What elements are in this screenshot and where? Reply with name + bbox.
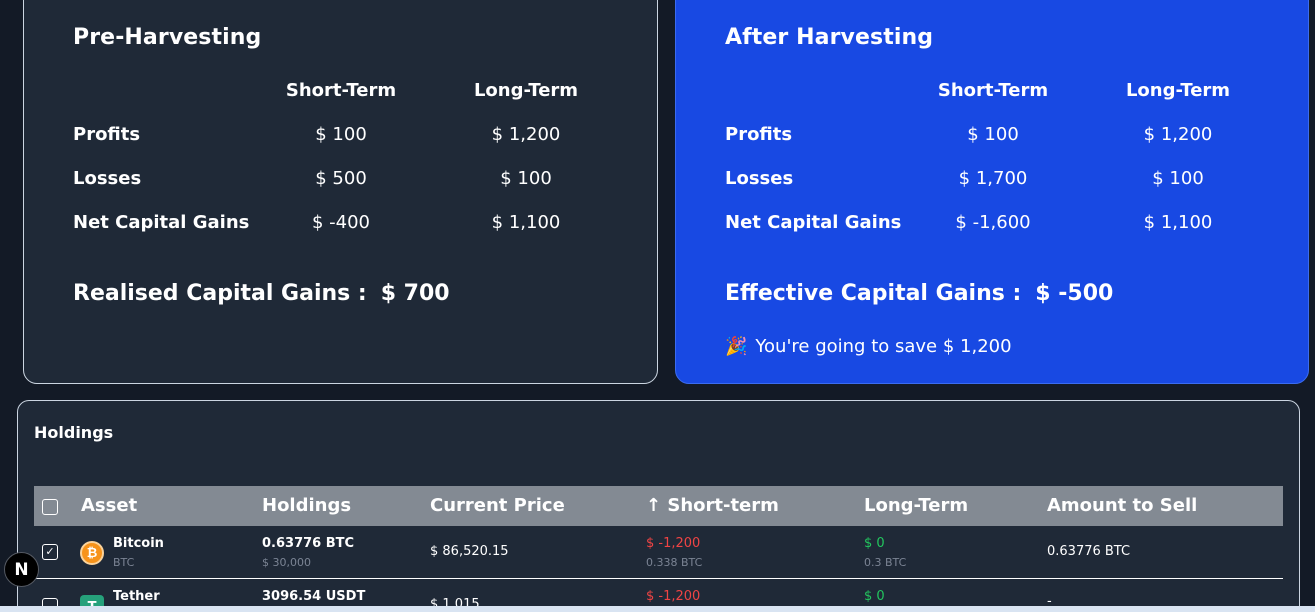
short-term-gain: $ -1,200 — [646, 589, 701, 604]
pre-losses-long: $ 100 — [500, 168, 552, 189]
long-term-gain: $ 0 — [864, 536, 885, 551]
pre-losses-short: $ 500 — [315, 168, 367, 189]
holdings-title: Holdings — [34, 423, 114, 442]
row-checkbox[interactable]: ✓ — [42, 544, 58, 560]
pre-row-label-profits: Profits — [73, 124, 141, 145]
realised-capital-gains: Realised Capital Gains : $ 700 — [73, 281, 450, 306]
holdings-panel: Holdings Asset Holdings Current Price ↑ … — [17, 400, 1300, 612]
effective-gains-label: Effective Capital Gains : — [725, 281, 1022, 306]
after-col-short-term: Short-Term — [937, 80, 1049, 101]
asset-name: Tether — [113, 589, 160, 604]
table-row[interactable]: ✓ ₿ Bitcoin BTC 0.63776 BTC $ 30,000 $ 8… — [34, 526, 1283, 579]
after-losses-long: $ 100 — [1152, 168, 1204, 189]
col-current-price[interactable]: Current Price — [430, 495, 565, 516]
party-popper-icon: 🎉 — [725, 336, 748, 357]
after-profits-long: $ 1,200 — [1143, 124, 1213, 145]
after-profits-short: $ 100 — [967, 124, 1019, 145]
pre-net-long: $ 1,100 — [491, 212, 561, 233]
amount-to-sell: 0.63776 BTC — [1047, 544, 1131, 559]
pre-net-short: $ -400 — [311, 212, 371, 233]
holdings-amount: 0.63776 BTC — [262, 536, 355, 551]
col-amount-to-sell[interactable]: Amount to Sell — [1047, 495, 1197, 516]
current-price: $ 86,520.15 — [430, 544, 509, 559]
asset-symbol: BTC — [113, 556, 135, 569]
holdings-table-header: Asset Holdings Current Price ↑ Short-ter… — [34, 486, 1283, 526]
after-losses-short: $ 1,700 — [958, 168, 1028, 189]
effective-capital-gains: Effective Capital Gains : $ -500 — [725, 281, 1113, 306]
short-term-gain: $ -1,200 — [646, 536, 701, 551]
short-term-qty: 0.338 BTC — [646, 556, 703, 569]
pre-harvesting-card: Pre-Harvesting Short-Term Long-Term Prof… — [23, 0, 658, 384]
realised-gains-value: $ 700 — [380, 281, 450, 306]
long-term-gain: $ 0 — [864, 589, 885, 604]
after-net-short: $ -1,600 — [955, 212, 1031, 233]
after-row-label-profits: Profits — [725, 124, 793, 145]
holdings-avg-price: $ 30,000 — [262, 556, 311, 569]
after-row-label-net: Net Capital Gains — [725, 212, 902, 233]
pre-col-long-term: Long-Term — [473, 80, 579, 101]
savings-text: You're going to save $ 1,200 — [755, 336, 1012, 357]
asset-name: Bitcoin — [113, 536, 164, 551]
nextjs-dev-badge[interactable]: N — [4, 552, 39, 587]
after-net-long: $ 1,100 — [1143, 212, 1213, 233]
col-short-term[interactable]: ↑ Short-term — [646, 495, 779, 516]
bottom-strip — [0, 606, 1315, 612]
holdings-amount: 3096.54 USDT — [262, 589, 366, 604]
after-row-label-losses: Losses — [725, 168, 794, 189]
effective-gains-value: $ -500 — [1035, 281, 1114, 306]
pre-row-label-net: Net Capital Gains — [73, 212, 250, 233]
pre-profits-short: $ 100 — [315, 124, 367, 145]
after-col-long-term: Long-Term — [1125, 80, 1231, 101]
savings-message: 🎉 You're going to save $ 1,200 — [725, 336, 1012, 357]
pre-harvesting-title: Pre-Harvesting — [73, 25, 262, 50]
col-asset[interactable]: Asset — [81, 495, 137, 516]
pre-profits-long: $ 1,200 — [491, 124, 561, 145]
pre-col-short-term: Short-Term — [285, 80, 397, 101]
realised-gains-label: Realised Capital Gains : — [73, 281, 367, 306]
long-term-qty: 0.3 BTC — [864, 556, 907, 569]
pre-row-label-losses: Losses — [73, 168, 142, 189]
bitcoin-icon: ₿ — [80, 541, 104, 565]
after-harvesting-card: After Harvesting Short-Term Long-Term Pr… — [675, 0, 1309, 384]
col-long-term[interactable]: Long-Term — [864, 495, 968, 516]
select-all-checkbox[interactable] — [42, 499, 58, 515]
col-holdings[interactable]: Holdings — [262, 495, 351, 516]
after-harvesting-title: After Harvesting — [725, 25, 934, 50]
